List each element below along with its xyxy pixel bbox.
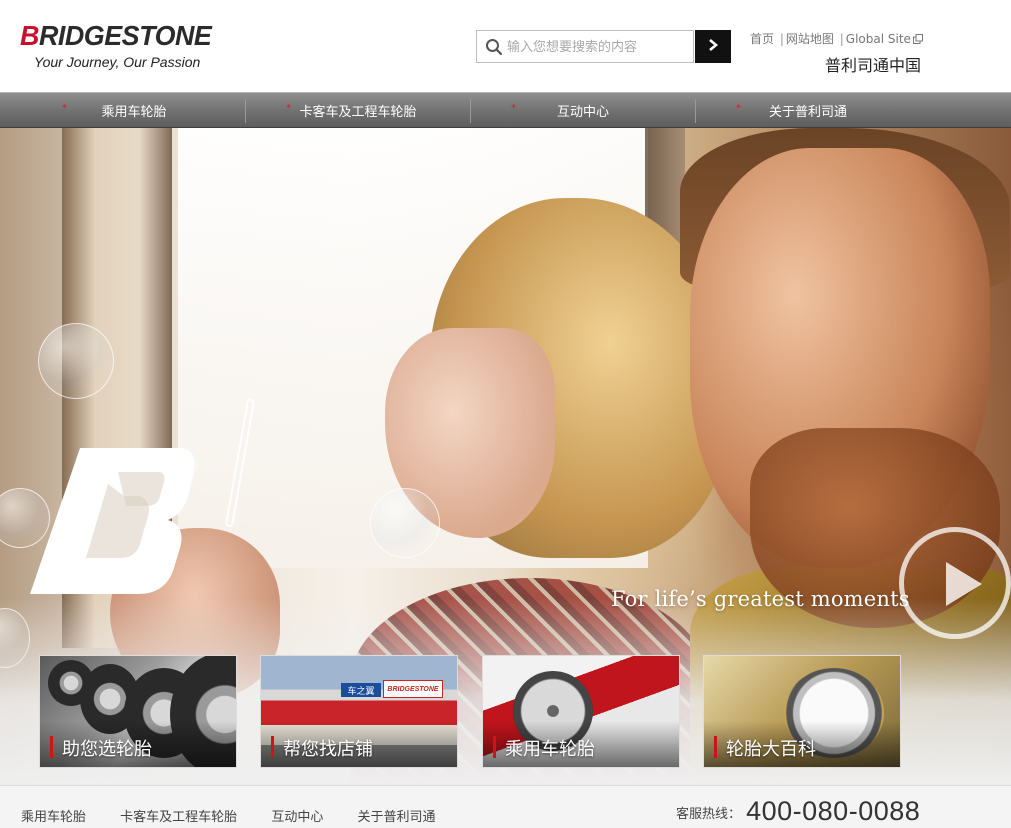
tile-accent-bar	[493, 736, 496, 758]
bridgestone-logo[interactable]: BRIDGESTONE Your Journey, Our Passion	[20, 20, 240, 74]
tile-label: 帮您找店铺	[283, 739, 373, 760]
footer-link-about[interactable]: 关于普利司通	[357, 810, 435, 825]
search-submit-button[interactable]	[695, 30, 731, 63]
footer-link-interactive-center[interactable]: 互动中心	[271, 810, 323, 825]
footer: 乘用车轮胎 卡客车及工程车轮胎 互动中心 关于普利司通 客服热线： 400-08…	[0, 785, 1011, 828]
footer-link-truck-tires[interactable]: 卡客车及工程车轮胎	[120, 810, 237, 825]
nav-item-about[interactable]: * 关于普利司通	[696, 93, 920, 128]
logo-tagline: Your Journey, Our Passion	[34, 54, 201, 70]
nav-item-label: 乘用车轮胎	[101, 105, 167, 120]
search-box	[476, 30, 694, 63]
customer-hotline: 客服热线： 400-080-0088	[676, 796, 920, 827]
nav-marker: *	[286, 103, 291, 114]
bubble	[38, 323, 114, 399]
hotline-number[interactable]: 400-080-0088	[746, 796, 920, 826]
play-triangle	[946, 562, 982, 606]
sitemap-link[interactable]: 网站地图	[786, 32, 834, 46]
nav-item-passenger-tires[interactable]: * 乘用车轮胎	[22, 93, 246, 128]
tile-accent-bar	[714, 736, 717, 758]
external-link-icon	[912, 33, 923, 44]
store-sign: 车之翼	[341, 683, 381, 697]
chevron-right-icon	[707, 37, 719, 56]
global-site-label: Global Site	[845, 32, 911, 46]
search-input[interactable]	[507, 35, 687, 59]
store-brand-sign: BRIDGESTONE	[383, 680, 443, 698]
tile-label: 轮胎大百科	[726, 739, 816, 760]
home-link[interactable]: 首页	[750, 32, 774, 46]
bubble	[370, 488, 440, 558]
hotline-label: 客服热线：	[676, 807, 742, 822]
global-site-link[interactable]: Global Site	[846, 32, 923, 46]
china-site-title: 普利司通中国	[825, 56, 922, 75]
nav-marker: *	[62, 103, 67, 114]
top-links: 首页 | 网站地图 | Global Site	[750, 30, 923, 47]
nav-marker: *	[736, 103, 741, 114]
separator: |	[839, 32, 844, 46]
footer-link-passenger-tires[interactable]: 乘用车轮胎	[21, 810, 86, 825]
nav-marker: *	[511, 103, 516, 114]
main-nav: * 乘用车轮胎 * 卡客车及工程车轮胎 * 互动中心 * 关于普利司通	[0, 92, 1011, 128]
nav-item-label: 互动中心	[556, 105, 609, 120]
nav-item-truck-tires[interactable]: * 卡客车及工程车轮胎	[246, 93, 470, 128]
play-icon[interactable]	[899, 527, 1011, 639]
tile-find-store[interactable]: 车之翼 BRIDGESTONE 帮您找店铺	[260, 655, 458, 768]
logo-wordmark-initial: B	[20, 20, 39, 51]
bridgestone-b-mark-icon	[28, 446, 198, 596]
tile-label: 乘用车轮胎	[505, 739, 595, 760]
logo-wordmark: BRIDGESTONE	[20, 20, 212, 51]
separator: |	[779, 32, 784, 46]
search-bar	[476, 30, 732, 63]
search-icon	[485, 38, 503, 56]
nav-item-label: 卡客车及工程车轮胎	[299, 105, 417, 120]
tile-tire-encyclopedia[interactable]: 轮胎大百科	[703, 655, 901, 768]
footer-links: 乘用车轮胎 卡客车及工程车轮胎 互动中心 关于普利司通	[21, 806, 465, 825]
tile-label: 助您选轮胎	[62, 739, 152, 760]
tile-passenger-tires[interactable]: 乘用车轮胎	[482, 655, 680, 768]
hero-banner: For life’s greatest moments 助您选轮胎 车之翼 BR…	[0, 128, 1011, 785]
tile-choose-tires[interactable]: 助您选轮胎	[39, 655, 237, 768]
hero-tagline: For life’s greatest moments	[611, 587, 910, 611]
nav-item-interactive-center[interactable]: * 互动中心	[471, 93, 695, 128]
header: BRIDGESTONE Your Journey, Our Passion 首页…	[0, 0, 1011, 92]
tile-accent-bar	[271, 736, 274, 758]
nav-item-label: 关于普利司通	[768, 105, 847, 120]
tile-accent-bar	[50, 736, 53, 758]
